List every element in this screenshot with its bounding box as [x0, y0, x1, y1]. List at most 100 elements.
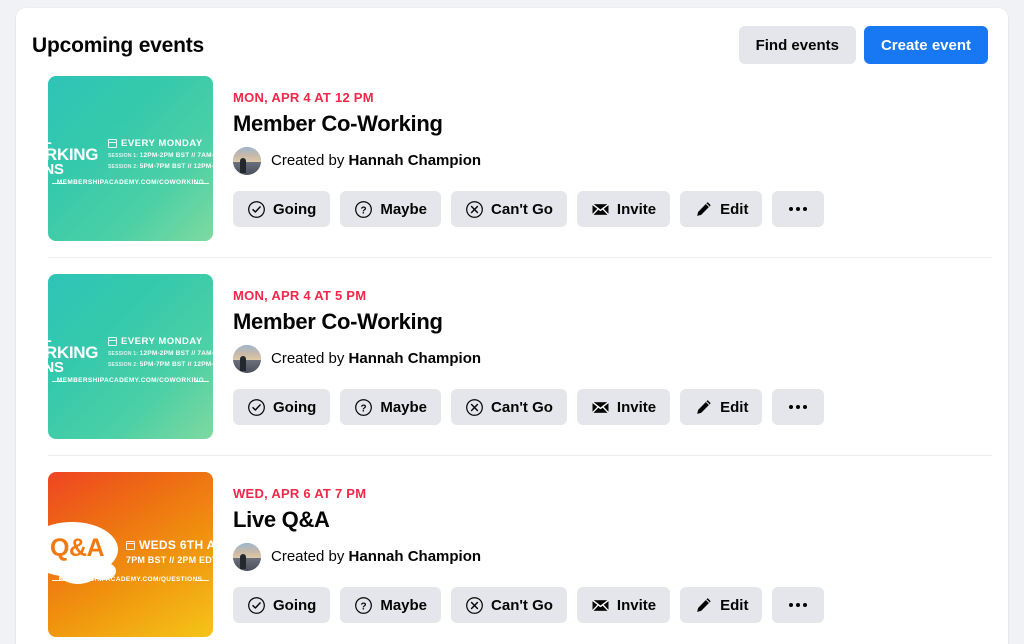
action-label: Maybe [380, 200, 428, 218]
thumbnail-artwork: ALORKINGONS EVERY MONDAY SESSION 1: 12PM-2… [48, 274, 213, 439]
avatar-figure [240, 158, 246, 173]
avatar-sky [233, 543, 261, 558]
going-button[interactable]: Going [233, 587, 331, 623]
avatar-land [233, 359, 261, 373]
event-row: Q&A WEDS 6TH A 7PM BST // 2PM EDT MEMBERSHI… [16, 472, 1008, 644]
svg-text:?: ? [361, 601, 367, 612]
event-creator: Created by Hannah Champion [233, 147, 992, 175]
avatar-figure [240, 356, 246, 371]
page-title: Upcoming events [32, 33, 205, 57]
ellipsis-icon [789, 207, 808, 211]
thumbnail-left-title: ALORKINGONS [48, 330, 99, 376]
event-date: MON, APR 4 AT 5 PM [233, 288, 367, 303]
svg-text:?: ? [361, 403, 367, 414]
ellipsis-icon [789, 405, 808, 409]
check-circle-icon [247, 596, 266, 615]
going-button[interactable]: Going [233, 191, 331, 227]
avatar-sky [233, 345, 261, 360]
event-thumbnail[interactable]: ALORKINGONS EVERY MONDAY SESSION 1: 12PM-2… [48, 76, 213, 241]
upcoming-events-card: Upcoming events Find events Create event… [16, 8, 1008, 644]
action-label: Can't Go [491, 200, 553, 218]
invite-button[interactable]: Invite [576, 191, 671, 227]
avatar[interactable] [233, 147, 261, 175]
envelope-icon [591, 596, 610, 615]
event-row-inner: Q&A WEDS 6TH A 7PM BST // 2PM EDT MEMBERSHI… [48, 472, 992, 644]
action-label: Edit [720, 596, 749, 614]
invite-button[interactable]: Invite [576, 389, 671, 425]
event-row: ALORKINGONS EVERY MONDAY SESSION 1: 12PM-2… [16, 76, 1008, 258]
thumbnail-artwork: Q&A WEDS 6TH A 7PM BST // 2PM EDT MEMBERSHI… [48, 472, 213, 637]
thumbnail-badge: Q&A [50, 534, 105, 562]
avatar-land [233, 557, 261, 571]
more-options-button[interactable] [772, 389, 825, 425]
event-date: MON, APR 4 AT 12 PM [233, 90, 374, 105]
question-circle-icon: ? [354, 200, 373, 219]
creator-name[interactable]: Hannah Champion [349, 152, 482, 169]
creator-text: Created by Hannah Champion [271, 152, 482, 169]
cantgo-button[interactable]: Can't Go [451, 587, 567, 623]
pencil-icon [694, 596, 713, 615]
row-spacer [16, 258, 1008, 274]
event-row-inner: ALORKINGONS EVERY MONDAY SESSION 1: 12PM-2… [48, 76, 992, 258]
thumbnail-artwork: ALORKINGONS EVERY MONDAY SESSION 1: 12PM-2… [48, 76, 213, 241]
invite-button[interactable]: Invite [576, 587, 671, 623]
action-label: Maybe [380, 398, 428, 416]
maybe-button[interactable]: ? Maybe [340, 389, 442, 425]
cantgo-button[interactable]: Can't Go [451, 389, 567, 425]
create-event-button[interactable]: Create event [863, 26, 988, 64]
event-creator: Created by Hannah Champion [233, 345, 992, 373]
creator-name[interactable]: Hannah Champion [349, 350, 482, 367]
action-label: Invite [616, 200, 657, 218]
thumbnail-times: 7PM BST // 2PM EDT [126, 555, 213, 565]
event-title[interactable]: Live Q&A [233, 506, 992, 533]
event-actions: Going ? Maybe Can't Go Invite Edit [233, 587, 992, 623]
ellipsis-icon [789, 603, 808, 607]
question-circle-icon: ? [354, 596, 373, 615]
event-thumbnail[interactable]: ALORKINGONS EVERY MONDAY SESSION 1: 12PM-2… [48, 274, 213, 439]
action-label: Going [273, 398, 317, 416]
action-label: Can't Go [491, 596, 553, 614]
thumbnail-headline: WEDS 6TH A [126, 538, 213, 552]
pencil-icon [694, 398, 713, 417]
creator-text: Created by Hannah Champion [271, 350, 482, 367]
event-row: ALORKINGONS EVERY MONDAY SESSION 1: 12PM-2… [16, 274, 1008, 456]
event-date: WED, APR 6 AT 7 PM [233, 486, 367, 501]
event-title[interactable]: Member Co-Working [233, 308, 992, 335]
maybe-button[interactable]: ? Maybe [340, 587, 442, 623]
event-details: WED, APR 6 AT 7 PM Live Q&A Created by Han… [233, 472, 992, 637]
action-label: Going [273, 200, 317, 218]
check-circle-icon [247, 200, 266, 219]
avatar[interactable] [233, 543, 261, 571]
more-options-button[interactable] [772, 587, 825, 623]
action-label: Going [273, 596, 317, 614]
card-header: Upcoming events Find events Create event [16, 8, 1008, 76]
action-label: Can't Go [491, 398, 553, 416]
edit-button[interactable]: Edit [680, 587, 763, 623]
event-actions: Going? Maybe Can't Go Invite Edit [233, 191, 992, 227]
events-list: ALORKINGONS EVERY MONDAY SESSION 1: 12PM-2… [16, 76, 1008, 644]
thumbnail-session-line: SESSION 2: 5PM-7PM BST // 12PM-2PM E [108, 163, 213, 170]
edit-button[interactable]: Edit [680, 389, 763, 425]
event-actions: Going? Maybe Can't Go Invite Edit [233, 389, 992, 425]
creator-name[interactable]: Hannah Champion [349, 548, 482, 565]
event-details: MON, APR 4 AT 5 PM Member Co-Working Creat… [233, 274, 992, 439]
event-row-inner: ALORKINGONS EVERY MONDAY SESSION 1: 12PM-2… [48, 274, 992, 456]
find-events-button[interactable]: Find events [738, 26, 856, 64]
calendar-icon [126, 540, 135, 550]
maybe-button[interactable]: ? Maybe [340, 191, 442, 227]
more-options-button[interactable] [772, 191, 825, 227]
event-title[interactable]: Member Co-Working [233, 110, 992, 137]
avatar-sky [233, 147, 261, 162]
cantgo-button[interactable]: Can't Go [451, 191, 567, 227]
x-circle-icon [465, 200, 484, 219]
event-thumbnail[interactable]: Q&A WEDS 6TH A 7PM BST // 2PM EDT MEMBERSHI… [48, 472, 213, 637]
edit-button[interactable]: Edit [680, 191, 763, 227]
avatar-figure [240, 554, 246, 569]
avatar[interactable] [233, 345, 261, 373]
svg-text:?: ? [361, 205, 367, 216]
action-label: Edit [720, 200, 749, 218]
going-button[interactable]: Going [233, 389, 331, 425]
action-label: Invite [616, 596, 657, 614]
thumbnail-session-line: SESSION 1: 12PM-2PM BST // 7AM-9AM E [108, 350, 213, 357]
event-creator: Created by Hannah Champion [233, 543, 992, 571]
